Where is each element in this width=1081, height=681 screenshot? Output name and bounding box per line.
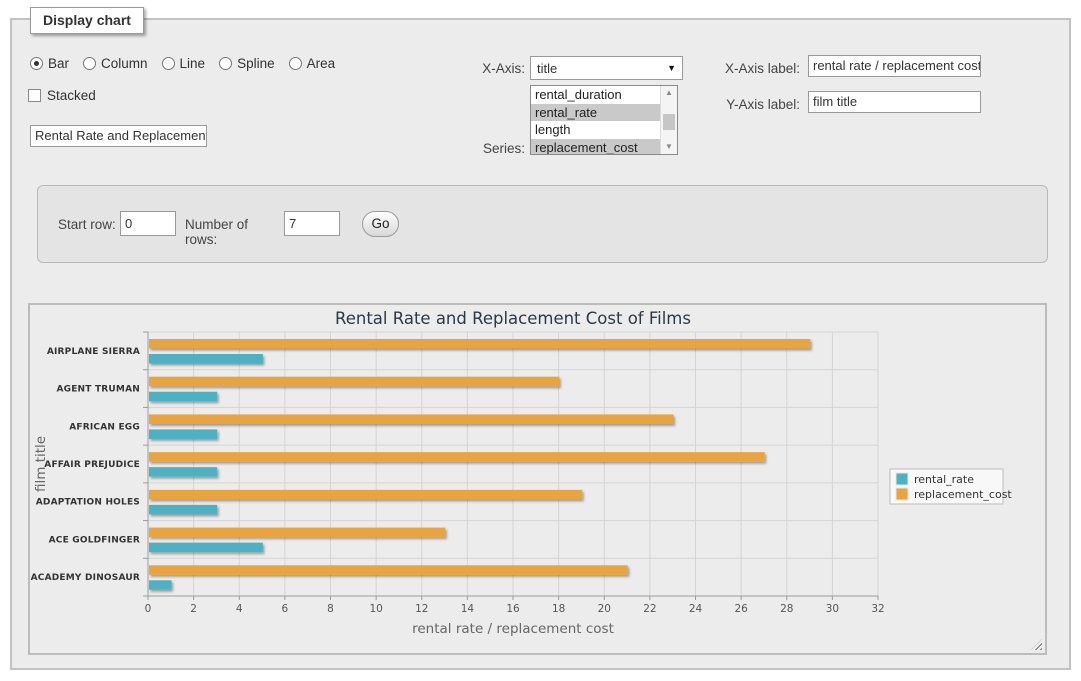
- category-label: ACE GOLDFINGER: [49, 535, 140, 545]
- legend-swatch-rental_rate[interactable]: [896, 473, 908, 485]
- category-label: AGENT TRUMAN: [56, 385, 140, 395]
- radio-label: Column: [101, 56, 148, 71]
- x-tick-label: 6: [282, 603, 289, 615]
- chevron-down-icon: ▼: [667, 63, 676, 73]
- series-scrollbar[interactable]: ▲ ▼: [660, 86, 677, 154]
- x-tick-label: 24: [689, 603, 703, 615]
- x-tick-label: 16: [506, 603, 520, 615]
- legend-label-replacement_cost[interactable]: replacement_cost: [914, 488, 1012, 501]
- bar-replacement_cost-airplane-sierra[interactable]: [149, 339, 810, 349]
- y-axis-label-input[interactable]: film title: [808, 91, 981, 113]
- series-options: rental_durationrental_ratelengthreplacem…: [531, 86, 660, 154]
- chart-panel: AIRPLANE SIERRA AGENT TRUMAN AFRICAN EGG AF…: [28, 303, 1047, 655]
- bar-chart: AIRPLANE SIERRA AGENT TRUMAN AFRICAN EGG AF…: [30, 305, 1045, 653]
- category-label: AFFAIR PREJUDICE: [44, 460, 140, 470]
- x-axis-title: rental rate / replacement cost: [412, 621, 614, 637]
- radio-icon[interactable]: [219, 57, 232, 70]
- stacked-label: Stacked: [47, 88, 96, 103]
- x-axis-label-field-label: X-Axis label:: [700, 61, 800, 76]
- radio-label: Line: [180, 56, 206, 71]
- chart-title-input[interactable]: Rental Rate and Replacement Cost of Film…: [30, 125, 207, 147]
- chart-type-option-line[interactable]: Line: [162, 56, 206, 71]
- radio-icon[interactable]: [289, 57, 302, 70]
- bar-replacement_cost-ace-goldfinger[interactable]: [149, 528, 445, 538]
- scroll-down-icon[interactable]: ▼: [661, 140, 677, 154]
- go-button[interactable]: Go: [362, 211, 399, 237]
- x-tick-label: 28: [780, 603, 793, 615]
- chart-title: Rental Rate and Replacement Cost of Film…: [335, 309, 691, 328]
- legend-label-rental_rate[interactable]: rental_rate: [914, 473, 974, 486]
- scroll-up-icon[interactable]: ▲: [661, 86, 677, 100]
- radio-label: Bar: [48, 56, 69, 71]
- series-option-replacement_cost[interactable]: replacement_cost: [531, 139, 660, 155]
- x-tick-label: 12: [415, 603, 428, 615]
- fieldset-legend-title: Display chart: [30, 7, 144, 34]
- bar-rental_rate-agent-truman[interactable]: [149, 392, 217, 402]
- number-of-rows-input[interactable]: 7: [284, 211, 340, 236]
- x-axis-select-value: title: [537, 61, 557, 76]
- x-tick-label: 22: [643, 603, 656, 615]
- x-tick-label: 26: [734, 603, 748, 615]
- chart-type-radio-group: Bar Column Line Spline Area: [30, 56, 335, 71]
- series-option-length[interactable]: length: [531, 121, 660, 139]
- radio-icon[interactable]: [83, 57, 96, 70]
- radio-icon[interactable]: [162, 57, 175, 70]
- x-tick-label: 32: [871, 603, 884, 615]
- bar-replacement_cost-african-egg[interactable]: [149, 414, 673, 424]
- chart-type-option-bar[interactable]: Bar: [30, 56, 69, 71]
- legend-swatch-replacement_cost[interactable]: [896, 488, 908, 500]
- bar-rental_rate-airplane-sierra[interactable]: [149, 354, 263, 364]
- x-axis-select-label: X-Axis:: [425, 61, 525, 76]
- series-option-rental_duration[interactable]: rental_duration: [531, 86, 660, 104]
- series-list-label: Series:: [425, 141, 525, 156]
- x-axis-select[interactable]: title ▼: [530, 56, 683, 80]
- x-tick-label: 20: [598, 603, 611, 615]
- number-of-rows-label: Number of rows:: [185, 217, 280, 247]
- bar-replacement_cost-agent-truman[interactable]: [149, 377, 559, 387]
- series-option-rental_rate[interactable]: rental_rate: [531, 104, 660, 122]
- category-label: AFRICAN EGG: [69, 422, 140, 432]
- chart-legend: rental_rate replacement_cost: [890, 469, 1012, 504]
- x-tick-label: 18: [552, 603, 565, 615]
- start-row-label: Start row:: [58, 217, 118, 232]
- chart-type-option-spline[interactable]: Spline: [219, 56, 275, 71]
- x-tick-label: 30: [826, 603, 839, 615]
- series-multiselect[interactable]: rental_durationrental_ratelengthreplacem…: [530, 85, 678, 155]
- bar-rental_rate-ace-goldfinger[interactable]: [149, 543, 263, 553]
- chart-type-option-column[interactable]: Column: [83, 56, 148, 71]
- y-axis-title: film title: [33, 436, 49, 492]
- start-row-input[interactable]: 0: [120, 211, 176, 236]
- stacked-checkbox-row[interactable]: Stacked: [28, 88, 96, 103]
- x-tick-label: 4: [236, 603, 243, 615]
- x-tick-label: 2: [190, 603, 197, 615]
- x-tick-label: 0: [145, 603, 152, 615]
- x-axis-label-input[interactable]: rental rate / replacement cost: [808, 55, 981, 77]
- bar-replacement_cost-academy-dinosaur[interactable]: [149, 565, 628, 575]
- bar-rental_rate-adaptation-holes[interactable]: [149, 505, 217, 515]
- radio-label: Spline: [237, 56, 275, 71]
- category-label: AIRPLANE SIERRA: [47, 347, 140, 357]
- category-label: ADAPTATION HOLES: [36, 498, 140, 508]
- bar-replacement_cost-adaptation-holes[interactable]: [149, 490, 582, 500]
- stacked-checkbox[interactable]: [28, 89, 41, 102]
- bar-rental_rate-academy-dinosaur[interactable]: [149, 580, 172, 590]
- bar-replacement_cost-affair-prejudice[interactable]: [149, 452, 765, 462]
- bar-rental_rate-african-egg[interactable]: [149, 429, 217, 439]
- radio-label: Area: [307, 56, 336, 71]
- y-axis-label-field-label: Y-Axis label:: [700, 97, 800, 112]
- scrollbar-thumb[interactable]: [663, 114, 675, 130]
- category-label: ACADEMY DINOSAUR: [31, 573, 140, 583]
- chart-type-option-area[interactable]: Area: [289, 56, 336, 71]
- x-tick-label: 8: [327, 603, 334, 615]
- x-tick-label: 10: [369, 603, 382, 615]
- bar-rental_rate-affair-prejudice[interactable]: [149, 467, 217, 477]
- radio-icon[interactable]: [30, 57, 43, 70]
- x-tick-label: 14: [461, 603, 475, 615]
